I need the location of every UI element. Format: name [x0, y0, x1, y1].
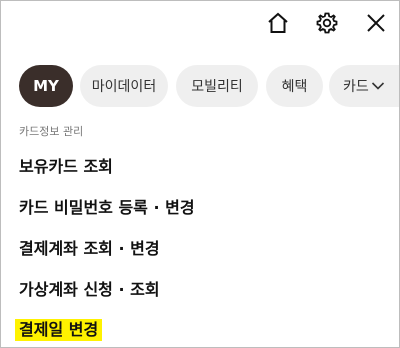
- tab-mydata[interactable]: 마이데이터: [80, 65, 168, 107]
- menu-item-payment-account[interactable]: 결제계좌 조회 · 변경: [19, 235, 160, 259]
- tab-mobility[interactable]: 모빌리티: [176, 65, 258, 107]
- tab-label: MY: [33, 77, 59, 95]
- close-icon[interactable]: [363, 10, 389, 36]
- tab-label: 카드: [343, 79, 369, 95]
- tab-label: 모빌리티: [191, 79, 243, 95]
- section-title: 카드정보 관리: [19, 125, 84, 138]
- category-tabs: MY 마이데이터 모빌리티 혜택 카드: [1, 65, 399, 109]
- app-frame: MY 마이데이터 모빌리티 혜택 카드 카드정보 관리 보유카드 조회 카드 비…: [0, 0, 400, 348]
- tab-my[interactable]: MY: [19, 65, 73, 107]
- menu-item-card-password[interactable]: 카드 비밀번호 등록 · 변경: [19, 194, 195, 218]
- gear-icon[interactable]: [314, 10, 340, 36]
- top-bar: [1, 1, 399, 45]
- tab-card-more[interactable]: 카드: [329, 65, 399, 107]
- menu-item-payment-date[interactable]: 결제일 변경: [15, 316, 103, 341]
- chevron-down-icon[interactable]: [371, 81, 385, 91]
- menu-item-virtual-account[interactable]: 가상계좌 신청 · 조회: [19, 276, 160, 300]
- menu-item-owned-cards[interactable]: 보유카드 조회: [19, 153, 113, 177]
- home-icon[interactable]: [265, 10, 291, 36]
- menu-item-label-highlighted: 결제일 변경: [15, 319, 103, 341]
- tab-label: 마이데이터: [91, 79, 157, 95]
- tab-benefits[interactable]: 혜택: [266, 65, 323, 107]
- tab-label: 혜택: [281, 79, 308, 95]
